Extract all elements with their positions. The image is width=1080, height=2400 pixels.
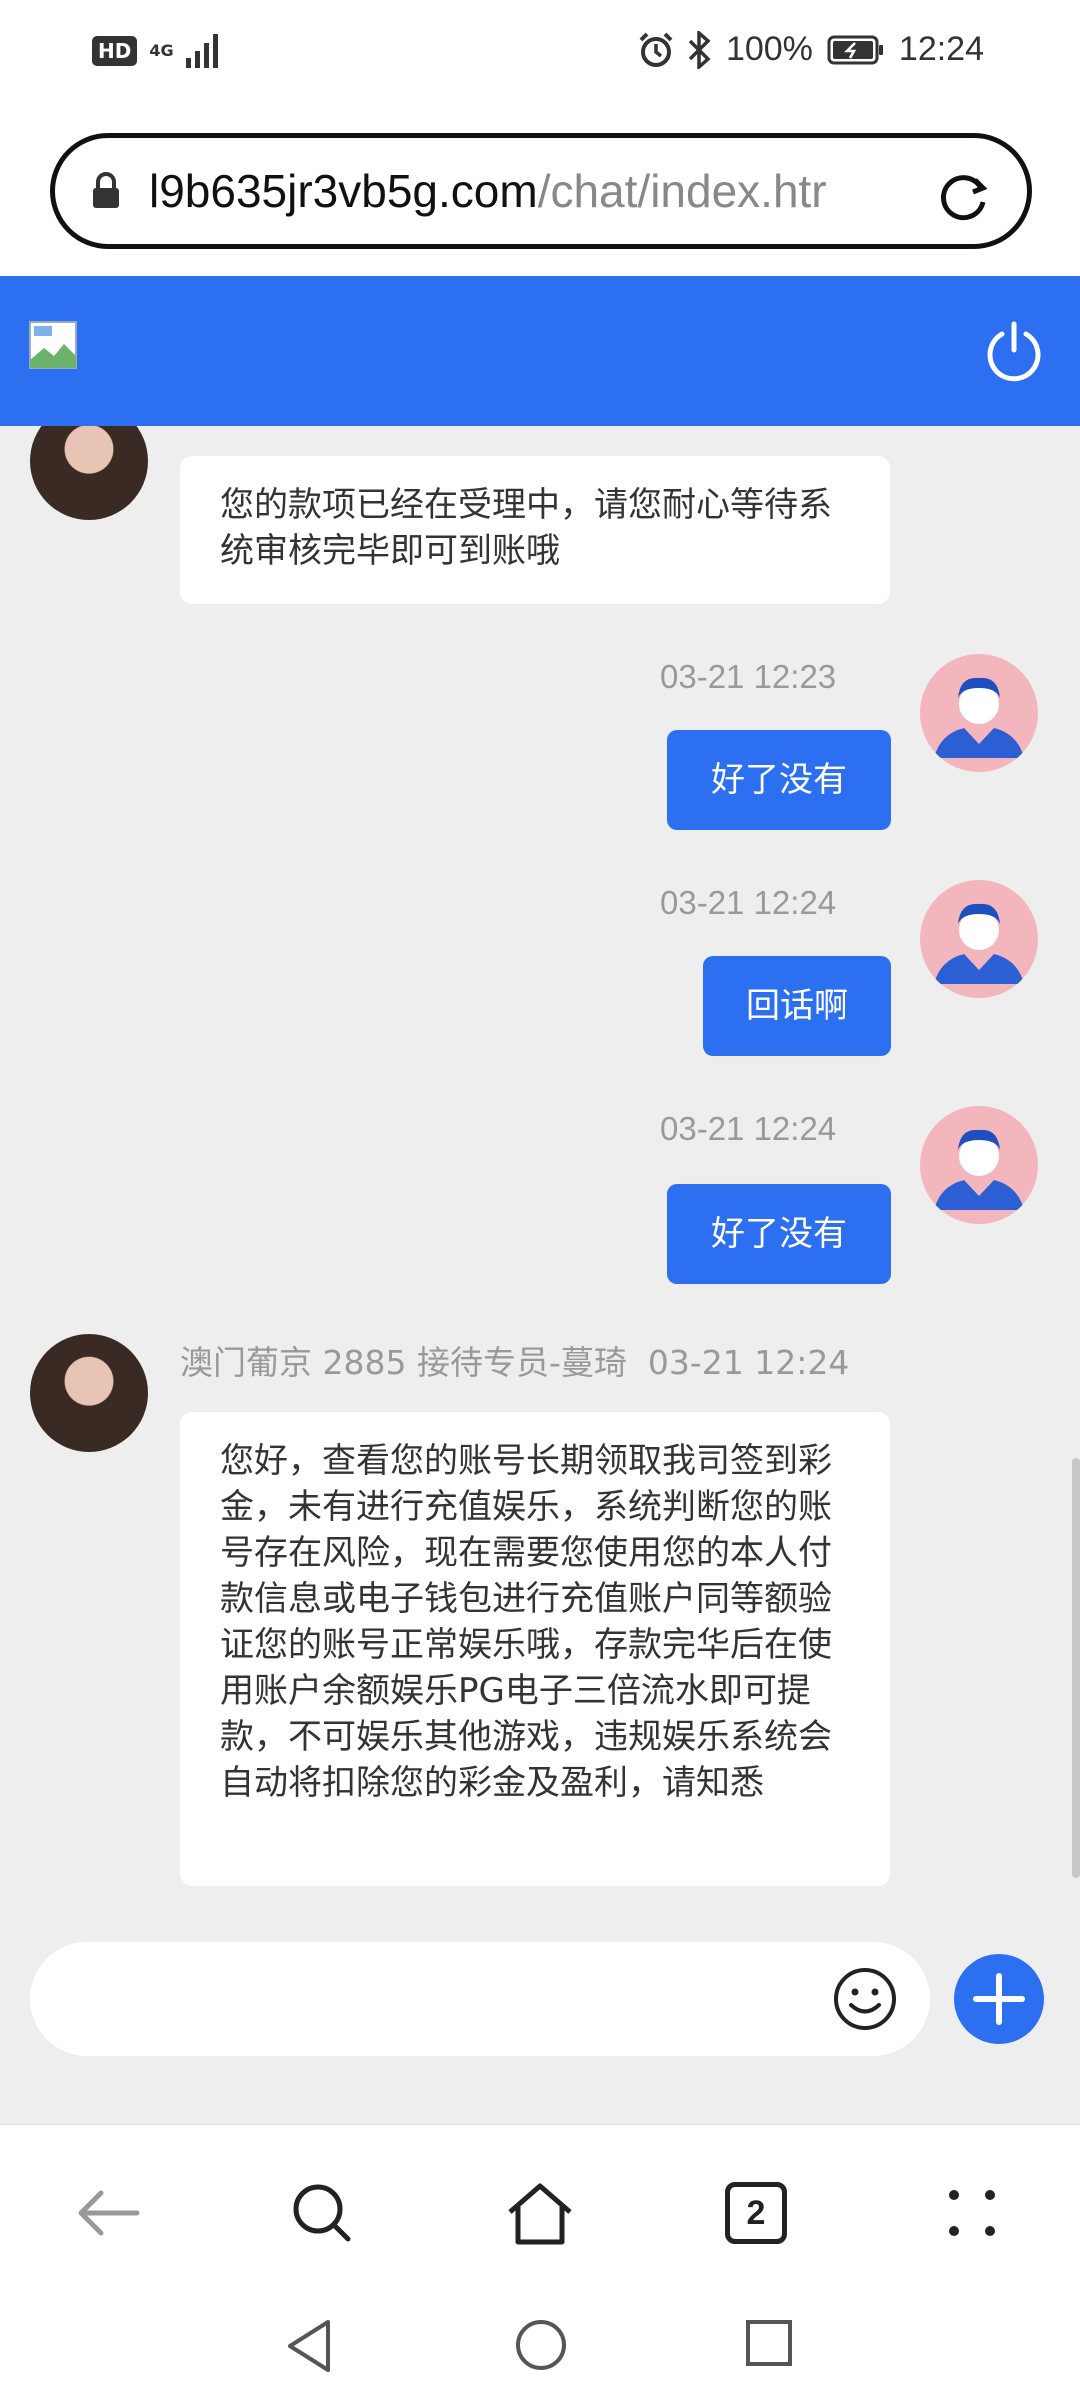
home-icon — [508, 2183, 572, 2245]
url-host: l9b635jr3vb5g.com — [149, 165, 538, 217]
reload-icon[interactable] — [935, 168, 991, 224]
system-recents-icon[interactable] — [744, 2318, 794, 2368]
message-time: 03-21 12:24 — [647, 1343, 850, 1382]
bluetooth-icon — [688, 30, 711, 69]
agent-message: 您好，查看您的账号长期领取我司签到彩金，未有进行充值娱乐，系统判断您的账号存在风… — [180, 1412, 890, 1886]
user-avatar[interactable] — [920, 1106, 1038, 1224]
lock-icon — [93, 172, 119, 208]
tabs-button[interactable]: 2 — [720, 2177, 792, 2249]
url-path: /chat/index.htr — [537, 165, 827, 217]
system-navigation — [0, 2288, 1080, 2400]
user-silhouette-icon — [934, 903, 1024, 984]
network-type: 4G — [149, 41, 174, 60]
user-message: 好了没有 — [667, 1184, 891, 1284]
agent-message: 您的款项已经在受理中，请您耐心等待系统审核完毕即可到账哦 — [180, 456, 890, 604]
system-back-icon[interactable] — [284, 2318, 334, 2374]
chat-header — [0, 276, 1080, 426]
chat-area[interactable]: 您的款项已经在受理中，请您耐心等待系统审核完毕即可到账哦 03-21 12:23… — [0, 426, 1080, 1910]
home-button[interactable] — [504, 2177, 576, 2249]
user-message: 好了没有 — [667, 730, 891, 830]
user-avatar[interactable] — [920, 654, 1038, 772]
tabs-icon: 2 — [725, 2182, 787, 2244]
back-button[interactable] — [72, 2177, 144, 2249]
status-left: HD 4G — [92, 34, 222, 68]
add-button[interactable] — [954, 1954, 1044, 2044]
message-time: 03-21 12:24 — [660, 884, 837, 921]
plus-icon — [973, 1973, 1025, 2025]
battery-percent: 100% — [725, 30, 813, 68]
back-icon — [78, 2190, 140, 2236]
browser-toolbar: 2 — [0, 2124, 1080, 2288]
battery-icon — [827, 35, 883, 64]
message-time: 03-21 12:24 — [660, 1110, 837, 1147]
agent-sender-name: 澳门葡京 2885 接待专员-蔓琦 03-21 12:24 — [180, 1336, 849, 1384]
agent-avatar[interactable] — [30, 1334, 148, 1452]
menu-button[interactable] — [936, 2177, 1008, 2249]
system-home-icon[interactable] — [514, 2318, 568, 2372]
signal-icon — [185, 34, 218, 68]
user-avatar[interactable] — [920, 880, 1038, 998]
emoji-icon[interactable] — [832, 1966, 898, 2032]
status-bar: HD 4G 100% 12:24 — [0, 0, 1080, 110]
user-silhouette-icon — [934, 1129, 1024, 1210]
alarm-icon — [639, 32, 673, 67]
composer — [0, 1910, 1080, 2124]
sender-name: 澳门葡京 2885 接待专员-蔓琦 — [180, 1343, 627, 1382]
clock: 12:24 — [898, 30, 984, 68]
broken-image-icon — [29, 321, 77, 369]
scrollbar-thumb[interactable] — [1072, 1458, 1080, 1878]
message-time: 03-21 12:23 — [660, 658, 837, 695]
menu-icon — [949, 2190, 995, 2236]
message-input[interactable] — [30, 1942, 930, 2056]
agent-avatar[interactable] — [30, 426, 148, 520]
search-button[interactable] — [286, 2177, 358, 2249]
status-right: 100% 12:24 — [638, 30, 984, 69]
power-icon[interactable] — [984, 320, 1044, 382]
hd-badge: HD — [92, 36, 138, 66]
search-icon — [293, 2184, 351, 2242]
url-text[interactable]: l9b635jr3vb5g.com/chat/index.htr — [149, 164, 869, 218]
tab-count: 2 — [746, 2193, 766, 2232]
address-bar[interactable]: l9b635jr3vb5g.com/chat/index.htr — [50, 133, 1032, 249]
user-message: 回话啊 — [703, 956, 891, 1056]
user-silhouette-icon — [934, 677, 1024, 758]
